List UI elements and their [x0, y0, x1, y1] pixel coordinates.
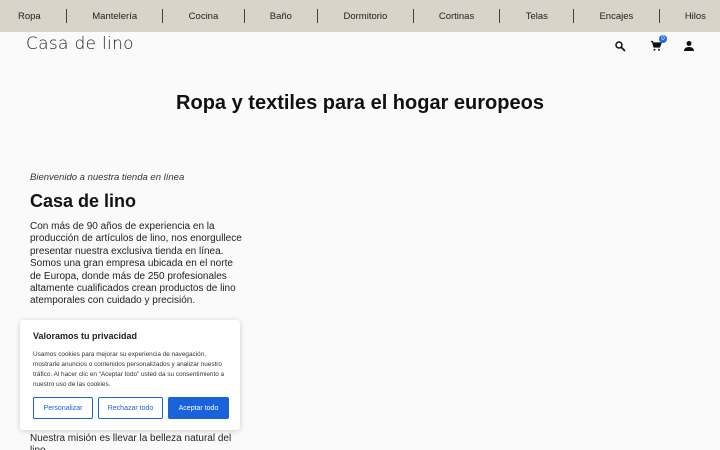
nav-divider [499, 9, 501, 23]
nav-divider [573, 9, 575, 23]
nav-divider [65, 9, 67, 23]
nav-item-bano[interactable]: Baño [270, 11, 292, 22]
nav-item-manteleria[interactable]: Mantelería [92, 11, 137, 22]
about-intro-text: Con más de 90 años de experiencia en la … [30, 221, 242, 307]
site-header: Casa de lino 0 [0, 32, 720, 62]
cart-count-badge: 0 [659, 35, 667, 43]
nav-item-cortinas[interactable]: Cortinas [439, 11, 474, 22]
nav-divider [317, 9, 319, 23]
search-icon[interactable] [612, 38, 628, 54]
site-logo[interactable]: Casa de lino [26, 34, 134, 54]
nav-item-ropa[interactable]: Ropa [18, 11, 41, 22]
nav-divider [162, 9, 164, 23]
accept-all-button[interactable]: Aceptar todo [168, 397, 229, 419]
customize-button[interactable]: Personalizar [33, 397, 93, 419]
reject-all-button[interactable]: Rechazar todo [98, 397, 163, 419]
cart-icon[interactable]: 0 [648, 35, 667, 54]
nav-item-dormitorio[interactable]: Dormitorio [344, 11, 388, 22]
nav-divider [658, 9, 660, 23]
about-title: Casa de lino [30, 191, 137, 211]
nav-item-telas[interactable]: Telas [526, 11, 548, 22]
cookie-buttons: Personalizar Rechazar todo Aceptar todo [33, 397, 229, 419]
welcome-tagline: Bienvenido a nuestra tienda en línea [30, 172, 185, 183]
cookie-body: Usamos cookies para mejorar su experienc… [33, 351, 225, 388]
cookie-consent-dialog: Valoramos tu privacidad Usamos cookies p… [20, 320, 240, 430]
hero-title: Ropa y textiles para el hogar europeos [176, 92, 544, 114]
nav-divider [243, 9, 245, 23]
nav-item-encajes[interactable]: Encajes [599, 11, 633, 22]
nav-item-hilos[interactable]: Hilos [685, 11, 706, 22]
about-mission-text: Nuestra misión es llevar la belleza natu… [30, 433, 232, 450]
nav-item-cocina[interactable]: Cocina [189, 11, 219, 22]
nav-divider [412, 9, 414, 23]
user-icon[interactable] [681, 38, 697, 54]
cookie-title: Valoramos tu privacidad [33, 331, 138, 341]
top-category-nav: Ropa Mantelería Cocina Baño Dormitorio C… [0, 0, 720, 32]
